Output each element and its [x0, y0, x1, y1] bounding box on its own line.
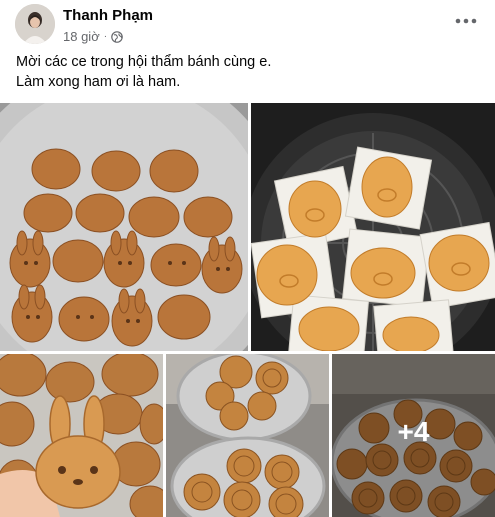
more-options-icon[interactable] [451, 9, 481, 33]
photo-4[interactable] [166, 354, 329, 517]
author-name[interactable]: Thanh Phạm [63, 7, 153, 24]
more-photos-overlay[interactable]: +4 [332, 354, 495, 517]
photo-3[interactable] [0, 354, 163, 517]
caption-line: Làm xong ham ơi là ham. [16, 74, 181, 90]
photo-5[interactable]: +4 [332, 354, 495, 517]
photo-1[interactable] [0, 103, 248, 351]
caption-line: Mời các ce trong hội thẩm bánh cùng e. [16, 54, 272, 70]
post-timestamp[interactable]: 18 giờ [63, 29, 100, 44]
more-photos-count: +4 [397, 415, 430, 447]
post-header: Thanh Phạm 18 giờ · [0, 0, 495, 50]
globe-icon[interactable] [111, 30, 123, 43]
post-caption: Mời các ce trong hội thẩm bánh cùng e. L… [16, 52, 271, 92]
meta-separator: · [103, 31, 108, 42]
avatar[interactable] [15, 4, 55, 44]
photo-2[interactable] [251, 103, 495, 351]
post-meta: 18 giờ · [63, 29, 123, 44]
